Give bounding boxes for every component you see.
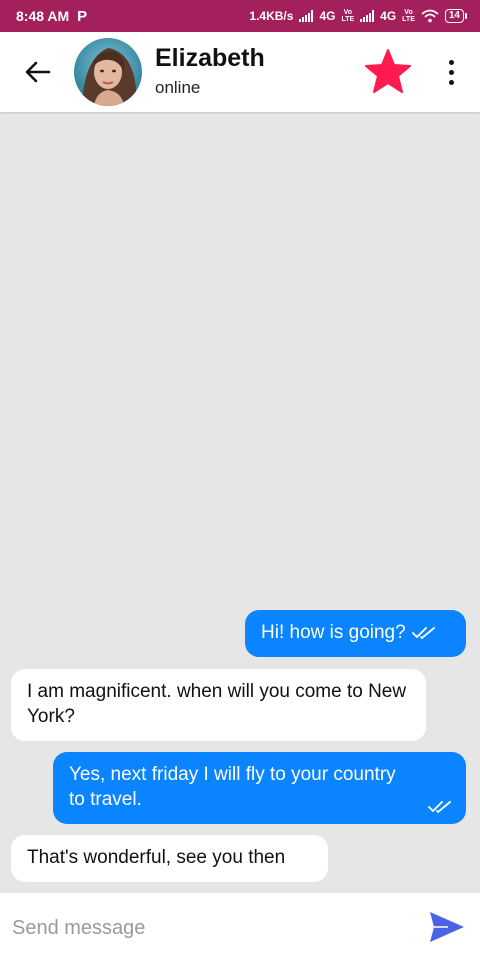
message-bubble-outgoing[interactable]: Yes, next friday I will fly to your coun… [53,752,466,824]
wifi-icon [421,9,439,23]
volte-icon: Vo LTE [341,9,355,23]
volte-icon-2: Vo LTE [402,9,415,23]
status-bar: 8:48 AM P 1.4KB/s 4G Vo LTE 4G Vo LTE 14 [0,0,480,32]
double-check-icon [428,801,451,814]
network-type-1: 4G [319,9,336,23]
star-icon [365,49,411,93]
clock: 8:48 AM [16,8,70,24]
message-text: That's wonderful, see you then [27,847,286,868]
contact-status: online [155,78,201,97]
message-text: I am magnificent. when will you come to … [27,681,407,727]
favorite-button[interactable] [364,48,412,94]
message-input[interactable] [12,913,402,943]
chat-header: Elizabeth online [0,32,480,112]
avatar[interactable] [74,38,142,106]
message-bubble-incoming[interactable]: I am magnificent. when will you come to … [11,669,426,741]
signal-icon [299,10,314,22]
signal-icon-2 [360,10,375,22]
send-button[interactable] [428,910,466,944]
more-vertical-icon [448,59,454,65]
message-text: Hi! how is going? [261,622,406,643]
arrow-left-icon [25,61,51,83]
avatar-image [74,38,142,106]
app-notification-icon: P [77,7,88,25]
network-type-2: 4G [380,9,397,23]
message-bubble-outgoing[interactable]: Hi! how is going? [245,610,466,657]
send-icon [430,912,464,942]
back-button[interactable] [22,56,54,88]
contact-name: Elizabeth [155,44,265,72]
message-text: Yes, next friday I will fly to your coun… [69,764,396,810]
battery-icon: 14 [444,9,468,23]
message-bubble-incoming[interactable]: That's wonderful, see you then [11,835,328,882]
more-options-button[interactable] [440,54,462,90]
message-composer [0,893,480,960]
network-speed: 1.4KB/s [249,9,294,23]
double-check-icon [411,627,435,640]
